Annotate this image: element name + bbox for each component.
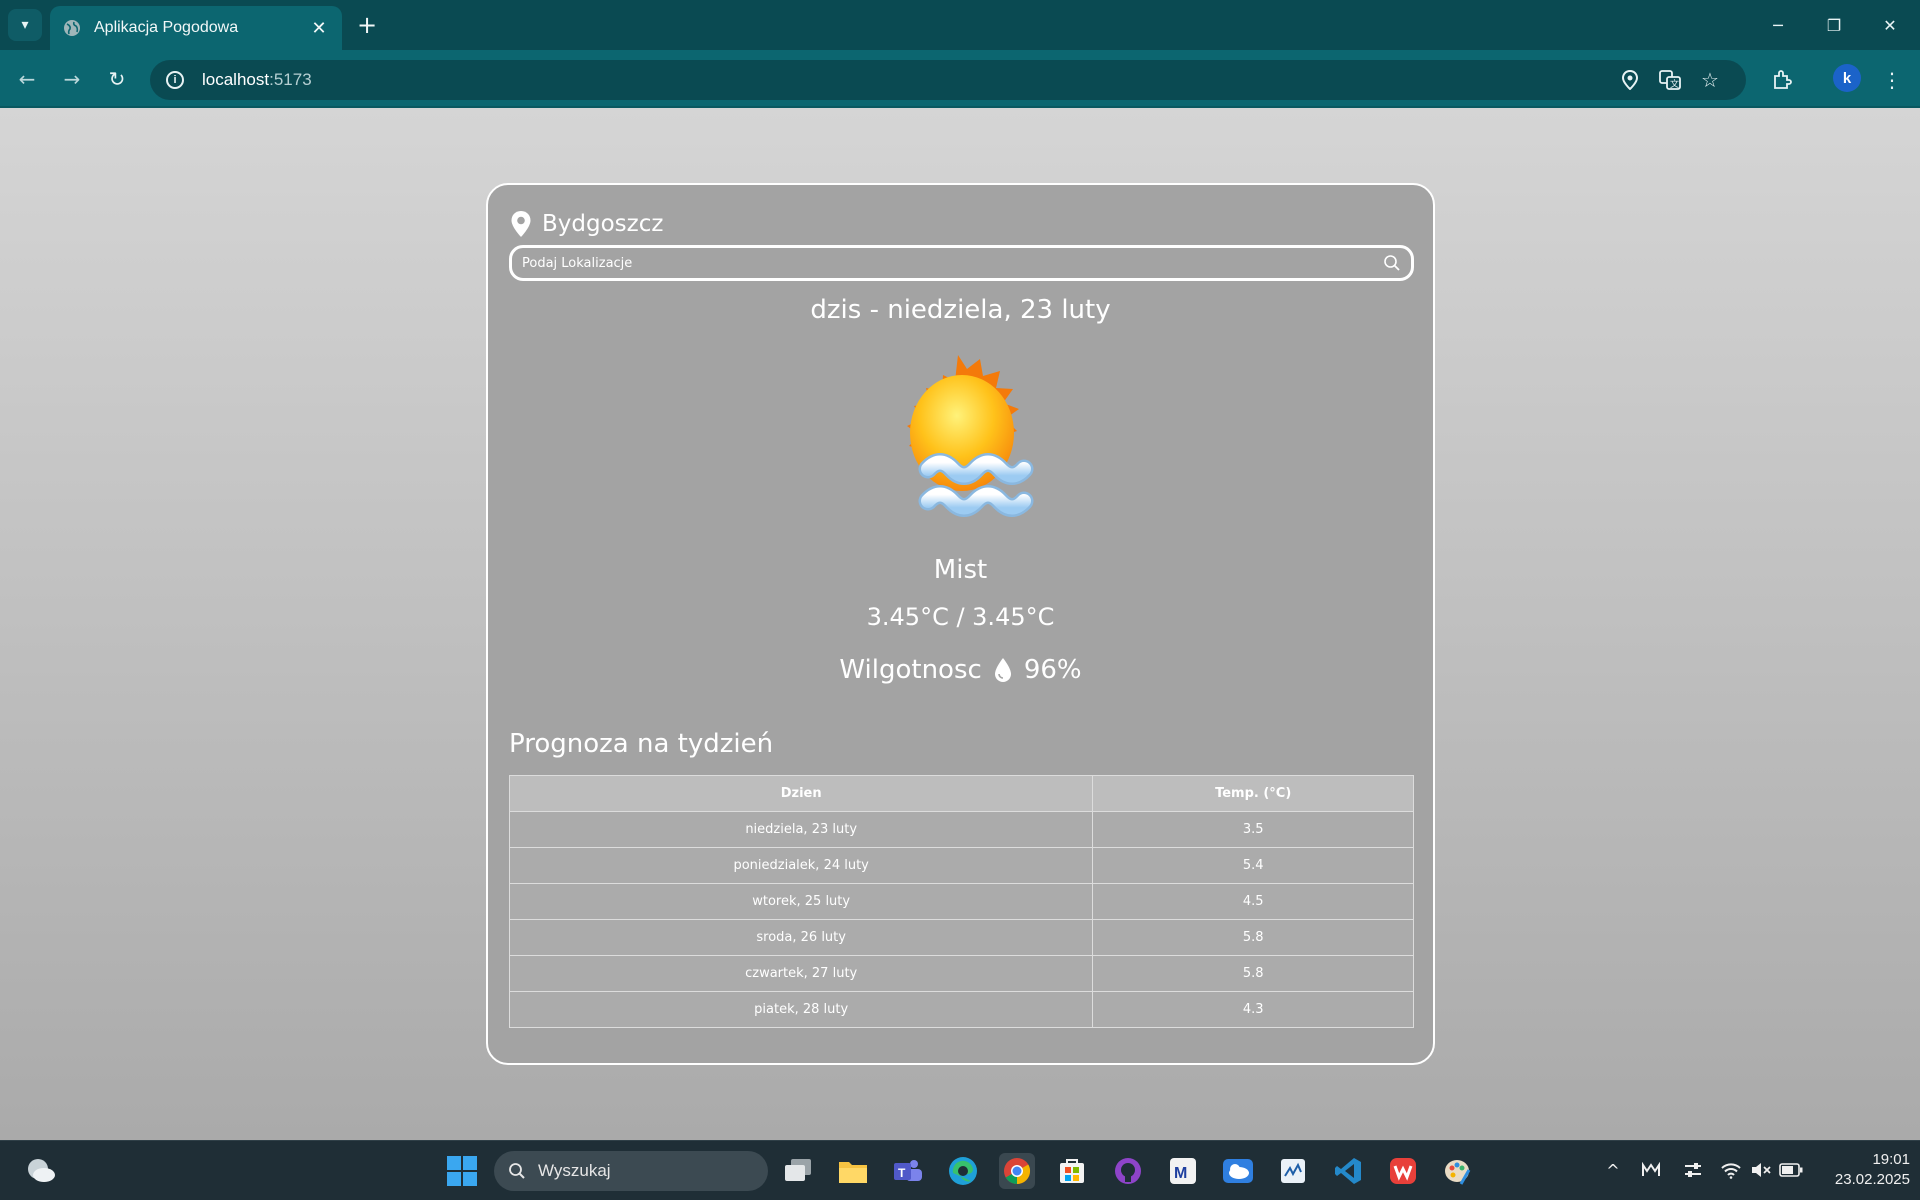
taskbar-clock[interactable]: 19:01 23.02.2025 — [1810, 1150, 1910, 1190]
tab-close-icon[interactable]: ✕ — [308, 18, 330, 39]
settings-sliders-icon[interactable] — [1680, 1157, 1706, 1183]
forecast-temp: 5.8 — [1092, 919, 1414, 956]
table-row: czwartek, 27 luty 5.8 — [508, 955, 1414, 992]
forecast-day: niedziela, 23 luty — [508, 811, 1094, 848]
forecast-day: czwartek, 27 luty — [508, 955, 1094, 992]
close-window-button[interactable]: ✕ — [1870, 8, 1910, 42]
paint-icon[interactable] — [1440, 1153, 1476, 1189]
forecast-day: wtorek, 25 luty — [508, 883, 1094, 920]
chrome-icon[interactable] — [999, 1153, 1035, 1189]
forecast-title: Prognoza na tydzień — [509, 729, 774, 759]
tab-search-button[interactable]: ▾ — [8, 9, 42, 41]
vscode-icon[interactable] — [1330, 1153, 1366, 1189]
column-header-day: Dzien — [508, 775, 1094, 812]
taskbar: Wyszukaj T M ^ 19:01 23.02.2025 — [0, 1140, 1920, 1200]
tray-app-m-icon[interactable] — [1638, 1157, 1664, 1183]
bookmark-star-icon[interactable]: ☆ — [1690, 64, 1730, 96]
chevron-down-icon: ▾ — [21, 17, 29, 33]
edge-icon[interactable] — [945, 1153, 981, 1189]
wps-office-icon[interactable] — [1385, 1153, 1421, 1189]
reload-button[interactable]: ↻ — [100, 62, 134, 96]
taskbar-search[interactable]: Wyszukaj — [494, 1151, 768, 1191]
wifi-icon[interactable] — [1718, 1157, 1744, 1183]
table-row: niedziela, 23 luty 3.5 — [508, 811, 1414, 848]
humidity-value: 96% — [1023, 655, 1082, 685]
forecast-day: piatek, 28 luty — [508, 991, 1094, 1028]
site-info-icon[interactable]: i — [166, 71, 184, 89]
forecast-day: sroda, 26 luty — [508, 919, 1094, 956]
svg-text:文: 文 — [1670, 78, 1679, 90]
forecast-temp: 3.5 — [1092, 811, 1414, 848]
file-explorer-icon[interactable] — [835, 1153, 871, 1189]
app-m-icon[interactable]: M — [1165, 1153, 1201, 1189]
temperature-range: 3.45°C / 3.45°C — [866, 603, 1055, 631]
browser-menu-icon[interactable]: ⋮ — [1874, 62, 1910, 98]
extensions-icon[interactable] — [1764, 62, 1800, 98]
weather-widget-icon[interactable] — [24, 1155, 58, 1185]
address-bar[interactable]: i localhost:5173 文 ☆ — [150, 60, 1746, 100]
svg-text:T: T — [898, 1166, 906, 1180]
svg-text:M: M — [1174, 1165, 1187, 1182]
forward-button[interactable]: → — [55, 62, 89, 96]
translate-icon[interactable]: 文 — [1650, 64, 1690, 96]
minimize-button[interactable]: ─ — [1758, 8, 1798, 42]
forecast-table: Dzien Temp. (°C) niedziela, 23 luty 3.5 … — [508, 775, 1414, 1028]
location-search[interactable] — [509, 245, 1414, 281]
search-icon — [509, 1163, 525, 1179]
globe-icon — [64, 20, 80, 36]
location-search-input[interactable] — [522, 255, 1383, 271]
weather-card: Bydgoszcz dzis - niedziela, 23 luty — [486, 183, 1435, 1065]
table-row: wtorek, 25 luty 4.5 — [508, 883, 1414, 920]
github-desktop-icon[interactable] — [1110, 1153, 1146, 1189]
clock-date: 23.02.2025 — [1834, 1171, 1910, 1188]
location-header: Bydgoszcz — [510, 209, 663, 239]
microsoft-store-icon[interactable] — [1054, 1153, 1090, 1189]
location-pin-icon — [511, 211, 531, 237]
humidity-label: Wilgotnosc — [839, 655, 982, 685]
whiteboard-icon[interactable] — [1275, 1153, 1311, 1189]
city-name: Bydgoszcz — [542, 211, 664, 237]
clock-time: 19:01 — [1872, 1151, 1910, 1168]
taskbar-search-label: Wyszukaj — [538, 1161, 611, 1180]
windows-start-icon[interactable] — [446, 1155, 478, 1187]
water-drop-icon — [994, 658, 1011, 682]
profile-avatar[interactable]: k — [1833, 64, 1861, 92]
back-button[interactable]: ← — [10, 62, 44, 96]
url-text: localhost:5173 — [202, 70, 312, 89]
weather-description: Mist — [933, 555, 988, 585]
table-row: poniedzialek, 24 luty 5.4 — [508, 847, 1414, 884]
forecast-temp: 5.4 — [1092, 847, 1414, 884]
task-view-icon[interactable] — [780, 1153, 816, 1189]
onedrive-icon[interactable] — [1220, 1153, 1256, 1189]
tab-title: Aplikacja Pogodowa — [94, 19, 239, 36]
battery-icon[interactable] — [1778, 1157, 1804, 1183]
humidity-row: Wilgotnosc 96% — [488, 655, 1433, 685]
browser-tab-active[interactable]: Aplikacja Pogodowa ✕ — [50, 6, 342, 50]
forecast-day: poniedzialek, 24 luty — [508, 847, 1094, 884]
forecast-temp: 5.8 — [1092, 955, 1414, 992]
column-header-temp: Temp. (°C) — [1092, 775, 1414, 812]
browser-toolbar: ← → ↻ i localhost:5173 文 ☆ k ⋮ — [0, 50, 1920, 108]
chevron-up-icon[interactable]: ^ — [1600, 1157, 1626, 1183]
forecast-header-row: Dzien Temp. (°C) — [508, 775, 1414, 812]
table-row: sroda, 26 luty 5.8 — [508, 919, 1414, 956]
forecast-temp: 4.3 — [1092, 991, 1414, 1028]
page-viewport: Bydgoszcz dzis - niedziela, 23 luty — [0, 108, 1920, 1140]
teams-icon[interactable]: T — [890, 1153, 926, 1189]
today-date: dzis - niedziela, 23 luty — [810, 295, 1111, 325]
location-permission-icon[interactable] — [1610, 64, 1650, 96]
sun-with-mist-icon — [907, 355, 1034, 517]
search-icon[interactable] — [1383, 254, 1401, 272]
volume-muted-icon[interactable] — [1748, 1157, 1774, 1183]
forecast-temp: 4.5 — [1092, 883, 1414, 920]
new-tab-button[interactable]: + — [352, 10, 382, 40]
table-row: piatek, 28 luty 4.3 — [508, 991, 1414, 1028]
restore-button[interactable]: ❐ — [1814, 8, 1854, 42]
browser-tabstrip: ▾ Aplikacja Pogodowa ✕ + ─ ❐ ✕ — [0, 0, 1920, 50]
